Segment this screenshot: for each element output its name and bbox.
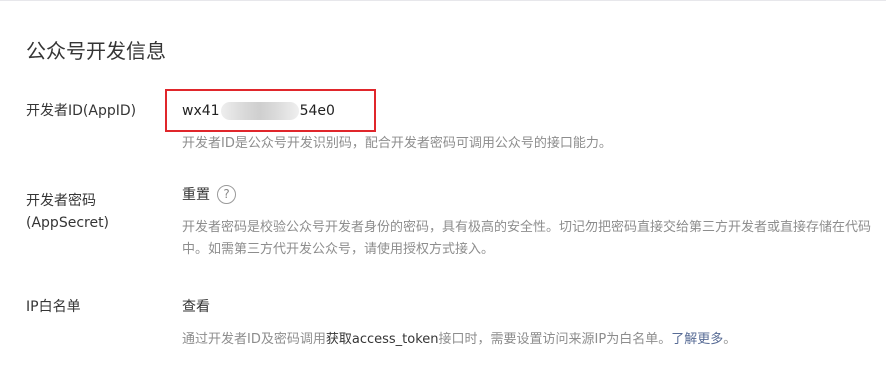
learn-more-link[interactable]: 了解更多 xyxy=(671,332,723,347)
view-ip-whitelist-button[interactable]: 查看 xyxy=(182,296,210,318)
question-circle-icon[interactable]: ? xyxy=(217,185,236,204)
ip-desc-before: 通过开发者ID及密码调用 xyxy=(182,332,326,347)
appsecret-description: 开发者密码是校验公众号开发者身份的密码，具有极高的安全性。切记勿把密码直接交给第… xyxy=(182,220,872,257)
ip-whitelist-label: IP白名单 xyxy=(26,299,81,315)
learn-more-suffix: 。 xyxy=(723,332,737,347)
appid-label: 开发者ID(AppID) xyxy=(26,103,137,119)
ip-whitelist-description: 通过开发者ID及密码调用获取access_token接口时，需要设置访问来源IP… xyxy=(182,329,736,351)
ip-desc-after: 接口时，需要设置访问来源IP为白名单。 xyxy=(438,332,672,347)
developer-info-page: 公众号开发信息 开发者ID(AppID) wx41 54e0 开发者ID是公众号… xyxy=(0,0,886,384)
top-divider xyxy=(0,0,886,1)
appid-description: 开发者ID是公众号开发识别码，配合开发者密码可调用公众号的接口能力。 xyxy=(182,136,612,151)
appid-value-prefix: wx41 xyxy=(182,103,220,119)
appid-value[interactable]: wx41 54e0 xyxy=(182,100,335,122)
get-access-token-link[interactable]: 获取access_token xyxy=(326,332,439,347)
reset-secret-button[interactable]: 重置 xyxy=(182,184,210,206)
appsecret-label: 开发者密码(AppSecret) xyxy=(26,193,110,231)
section-title: 公众号开发信息 xyxy=(26,39,166,63)
appid-value-suffix: 54e0 xyxy=(299,103,335,119)
appid-redaction-blur xyxy=(220,102,299,120)
